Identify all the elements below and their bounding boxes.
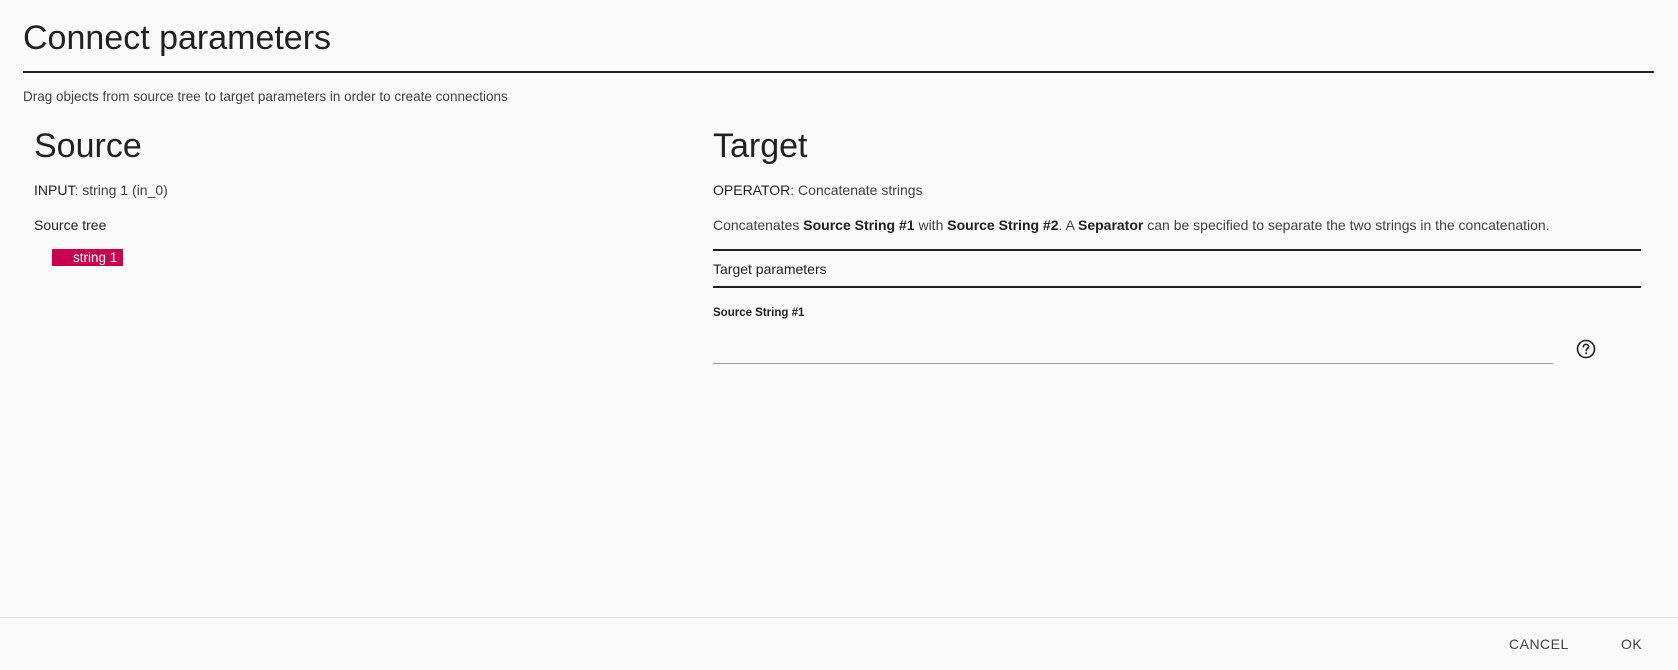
target-operator-value: : Concatenate strings (790, 182, 923, 198)
source-tree-item-string-1[interactable]: string 1 (52, 249, 123, 266)
target-params-top-divider (713, 249, 1641, 251)
target-heading: Target (713, 127, 808, 165)
description-text: Concatenates (713, 217, 804, 233)
target-operator-line: OPERATOR: Concatenate strings (713, 182, 923, 198)
operator-description: Concatenates Source String #1 with Sourc… (713, 217, 1550, 233)
source-input-value: : string 1 (in_0) (74, 182, 168, 198)
footer-divider (0, 617, 1678, 618)
source-input-line: INPUT: string 1 (in_0) (34, 182, 168, 198)
dialog-title: Connect parameters (23, 19, 332, 57)
cancel-button[interactable]: CANCEL (1503, 632, 1575, 656)
dialog-instructions: Drag objects from source tree to target … (23, 89, 508, 104)
source-string-1-label: Source String #1 (713, 307, 805, 319)
target-operator-key: OPERATOR (713, 182, 791, 198)
description-bold-separator: Separator (1077, 217, 1144, 233)
source-input-key: INPUT (34, 182, 75, 198)
description-bold-source-string-1: Source String #1 (803, 217, 915, 233)
source-heading: Source (34, 127, 142, 165)
help-circle-icon-svg (1576, 339, 1596, 359)
help-circle-icon[interactable] (1576, 339, 1596, 359)
source-tree-label: Source tree (34, 217, 107, 233)
ok-button[interactable]: OK (1615, 632, 1648, 656)
title-divider (23, 71, 1654, 73)
source-string-1-input[interactable] (713, 330, 1553, 364)
description-text: can be specified to separate the two str… (1143, 217, 1550, 233)
description-text: . A (1058, 217, 1078, 233)
target-params-bottom-divider (713, 286, 1641, 288)
description-bold-source-string-2: Source String #2 (947, 217, 1059, 233)
connect-parameters-dialog: Connect parameters Drag objects from sou… (0, 0, 1678, 670)
description-text: with (914, 217, 948, 233)
target-params-label: Target parameters (713, 261, 827, 277)
